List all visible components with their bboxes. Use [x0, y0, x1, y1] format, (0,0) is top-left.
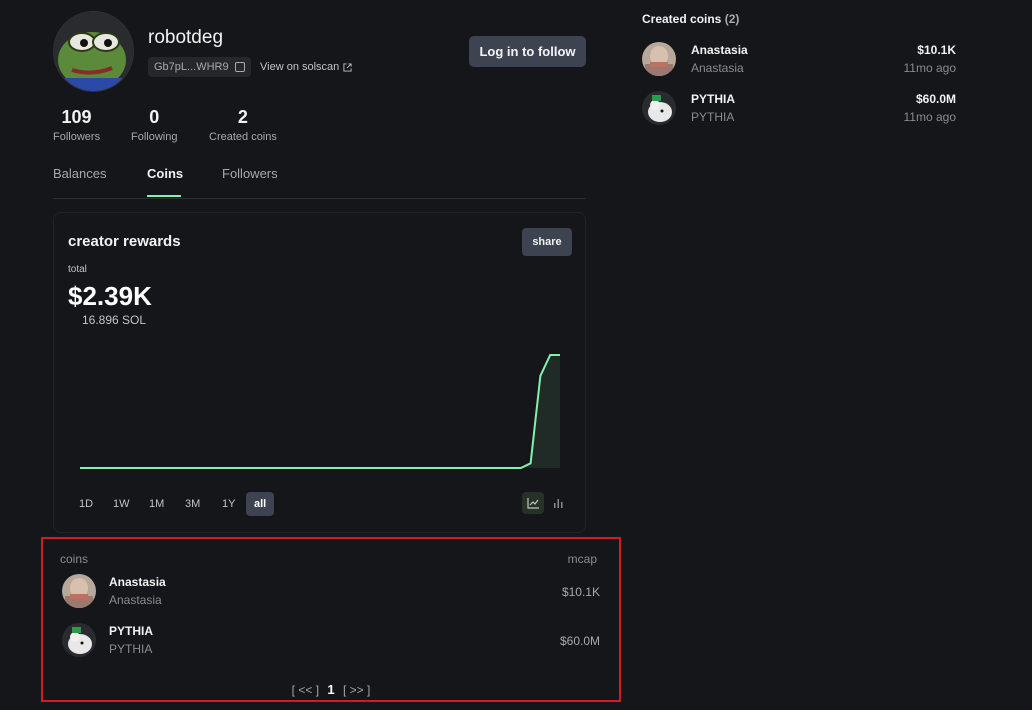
creator-rewards-card: creator rewards share total $2.39K 16.89… — [53, 212, 586, 533]
coin-name: Anastasia — [691, 43, 748, 57]
tab-followers[interactable]: Followers — [222, 166, 278, 181]
coin-symbol: PYTHIA — [109, 642, 153, 656]
created-coins-count: (2) — [724, 12, 740, 26]
profile-username: robotdeg — [148, 27, 224, 48]
coin-mcap: $10.1K — [917, 43, 956, 57]
prev-page-button[interactable]: [ << ] — [292, 683, 319, 697]
current-page: 1 — [327, 682, 335, 697]
coin-symbol: Anastasia — [109, 593, 162, 607]
coin-name: Anastasia — [109, 575, 166, 589]
coin-mcap: $60.0M — [559, 634, 600, 648]
solscan-link[interactable]: View on solscan — [260, 61, 352, 73]
range-all-button[interactable]: all — [246, 492, 275, 516]
stat-created-coins-value: 2 — [237, 107, 248, 127]
coins-column-header: coins — [60, 552, 89, 566]
line-chart-view-button[interactable] — [522, 492, 544, 514]
range-1y-button[interactable]: 1Y — [214, 492, 243, 516]
stat-following[interactable]: 0 Following — [131, 107, 177, 143]
created-coin-item[interactable]: PYTHIA PYTHIA $60.0M 11mo ago — [642, 91, 956, 131]
coin-mcap: $60.0M — [915, 92, 956, 106]
stat-following-label: Following — [131, 131, 178, 143]
pythia-coin-icon — [642, 91, 676, 125]
tab-coins[interactable]: Coins — [147, 166, 183, 181]
external-link-icon — [343, 62, 352, 72]
total-sol-value: 16.896 SOL — [82, 313, 147, 327]
coin-created-time: 11mo ago — [903, 61, 956, 75]
pythia-coin-icon — [62, 623, 96, 657]
total-value: $2.39K — [68, 281, 152, 311]
share-button[interactable]: share — [522, 228, 572, 256]
stat-followers[interactable]: 109 Followers — [53, 107, 100, 143]
range-1w-button[interactable]: 1W — [105, 492, 138, 516]
coin-name: PYTHIA — [691, 92, 736, 106]
created-coins-heading: Created coins (2) — [642, 12, 739, 26]
stat-created-coins-label: Created coins — [209, 131, 277, 143]
table-row[interactable]: PYTHIA PYTHIA $60.0M — [60, 623, 600, 663]
range-1d-button[interactable]: 1D — [71, 492, 101, 516]
stat-followers-value: 109 — [61, 107, 92, 127]
mcap-column-header: mcap — [567, 552, 597, 566]
tabs-divider — [53, 198, 586, 199]
bar-chart-view-button[interactable] — [547, 492, 569, 514]
created-coin-item[interactable]: Anastasia Anastasia $10.1K 11mo ago — [642, 42, 956, 82]
pepe-frog-avatar-icon — [54, 12, 133, 91]
total-label: total — [68, 264, 87, 275]
wallet-address: Gb7pL...WHR9 — [154, 61, 229, 73]
tab-balances[interactable]: Balances — [53, 166, 106, 181]
wallet-address-pill[interactable]: Gb7pL...WHR9 — [148, 57, 251, 77]
coin-symbol: Anastasia — [691, 61, 744, 75]
solscan-label: View on solscan — [260, 61, 340, 73]
anastasia-coin-icon — [642, 42, 676, 76]
coin-mcap: $10.1K — [561, 585, 600, 599]
created-coins-title: Created coins — [642, 12, 722, 26]
rewards-line-chart — [80, 354, 560, 469]
login-to-follow-button[interactable]: Log in to follow — [469, 36, 586, 67]
copy-icon[interactable] — [234, 62, 245, 72]
stat-following-value: 0 — [149, 107, 160, 127]
creator-rewards-title: creator rewards — [68, 233, 181, 250]
anastasia-coin-icon — [62, 574, 96, 608]
range-3m-button[interactable]: 3M — [177, 492, 208, 516]
next-page-button[interactable]: [ >> ] — [343, 683, 370, 697]
coins-table: coins mcap Anastasia Anastasia $10.1K PY… — [41, 537, 621, 702]
rewards-area-fill — [80, 355, 560, 468]
stat-followers-label: Followers — [53, 131, 101, 143]
bar-chart-icon — [554, 499, 563, 508]
profile-avatar — [53, 11, 134, 92]
coin-created-time: 11mo ago — [903, 110, 956, 124]
line-chart-icon — [526, 498, 539, 509]
stat-created-coins[interactable]: 2 Created coins — [209, 107, 277, 143]
table-row[interactable]: Anastasia Anastasia $10.1K — [60, 574, 600, 614]
active-tab-indicator — [147, 195, 181, 197]
pagination: [ << ] 1 [ >> ] — [43, 682, 619, 697]
rewards-series-line — [80, 354, 560, 469]
range-1m-button[interactable]: 1M — [141, 492, 172, 516]
coin-name: PYTHIA — [109, 624, 154, 638]
coin-symbol: PYTHIA — [691, 110, 735, 124]
